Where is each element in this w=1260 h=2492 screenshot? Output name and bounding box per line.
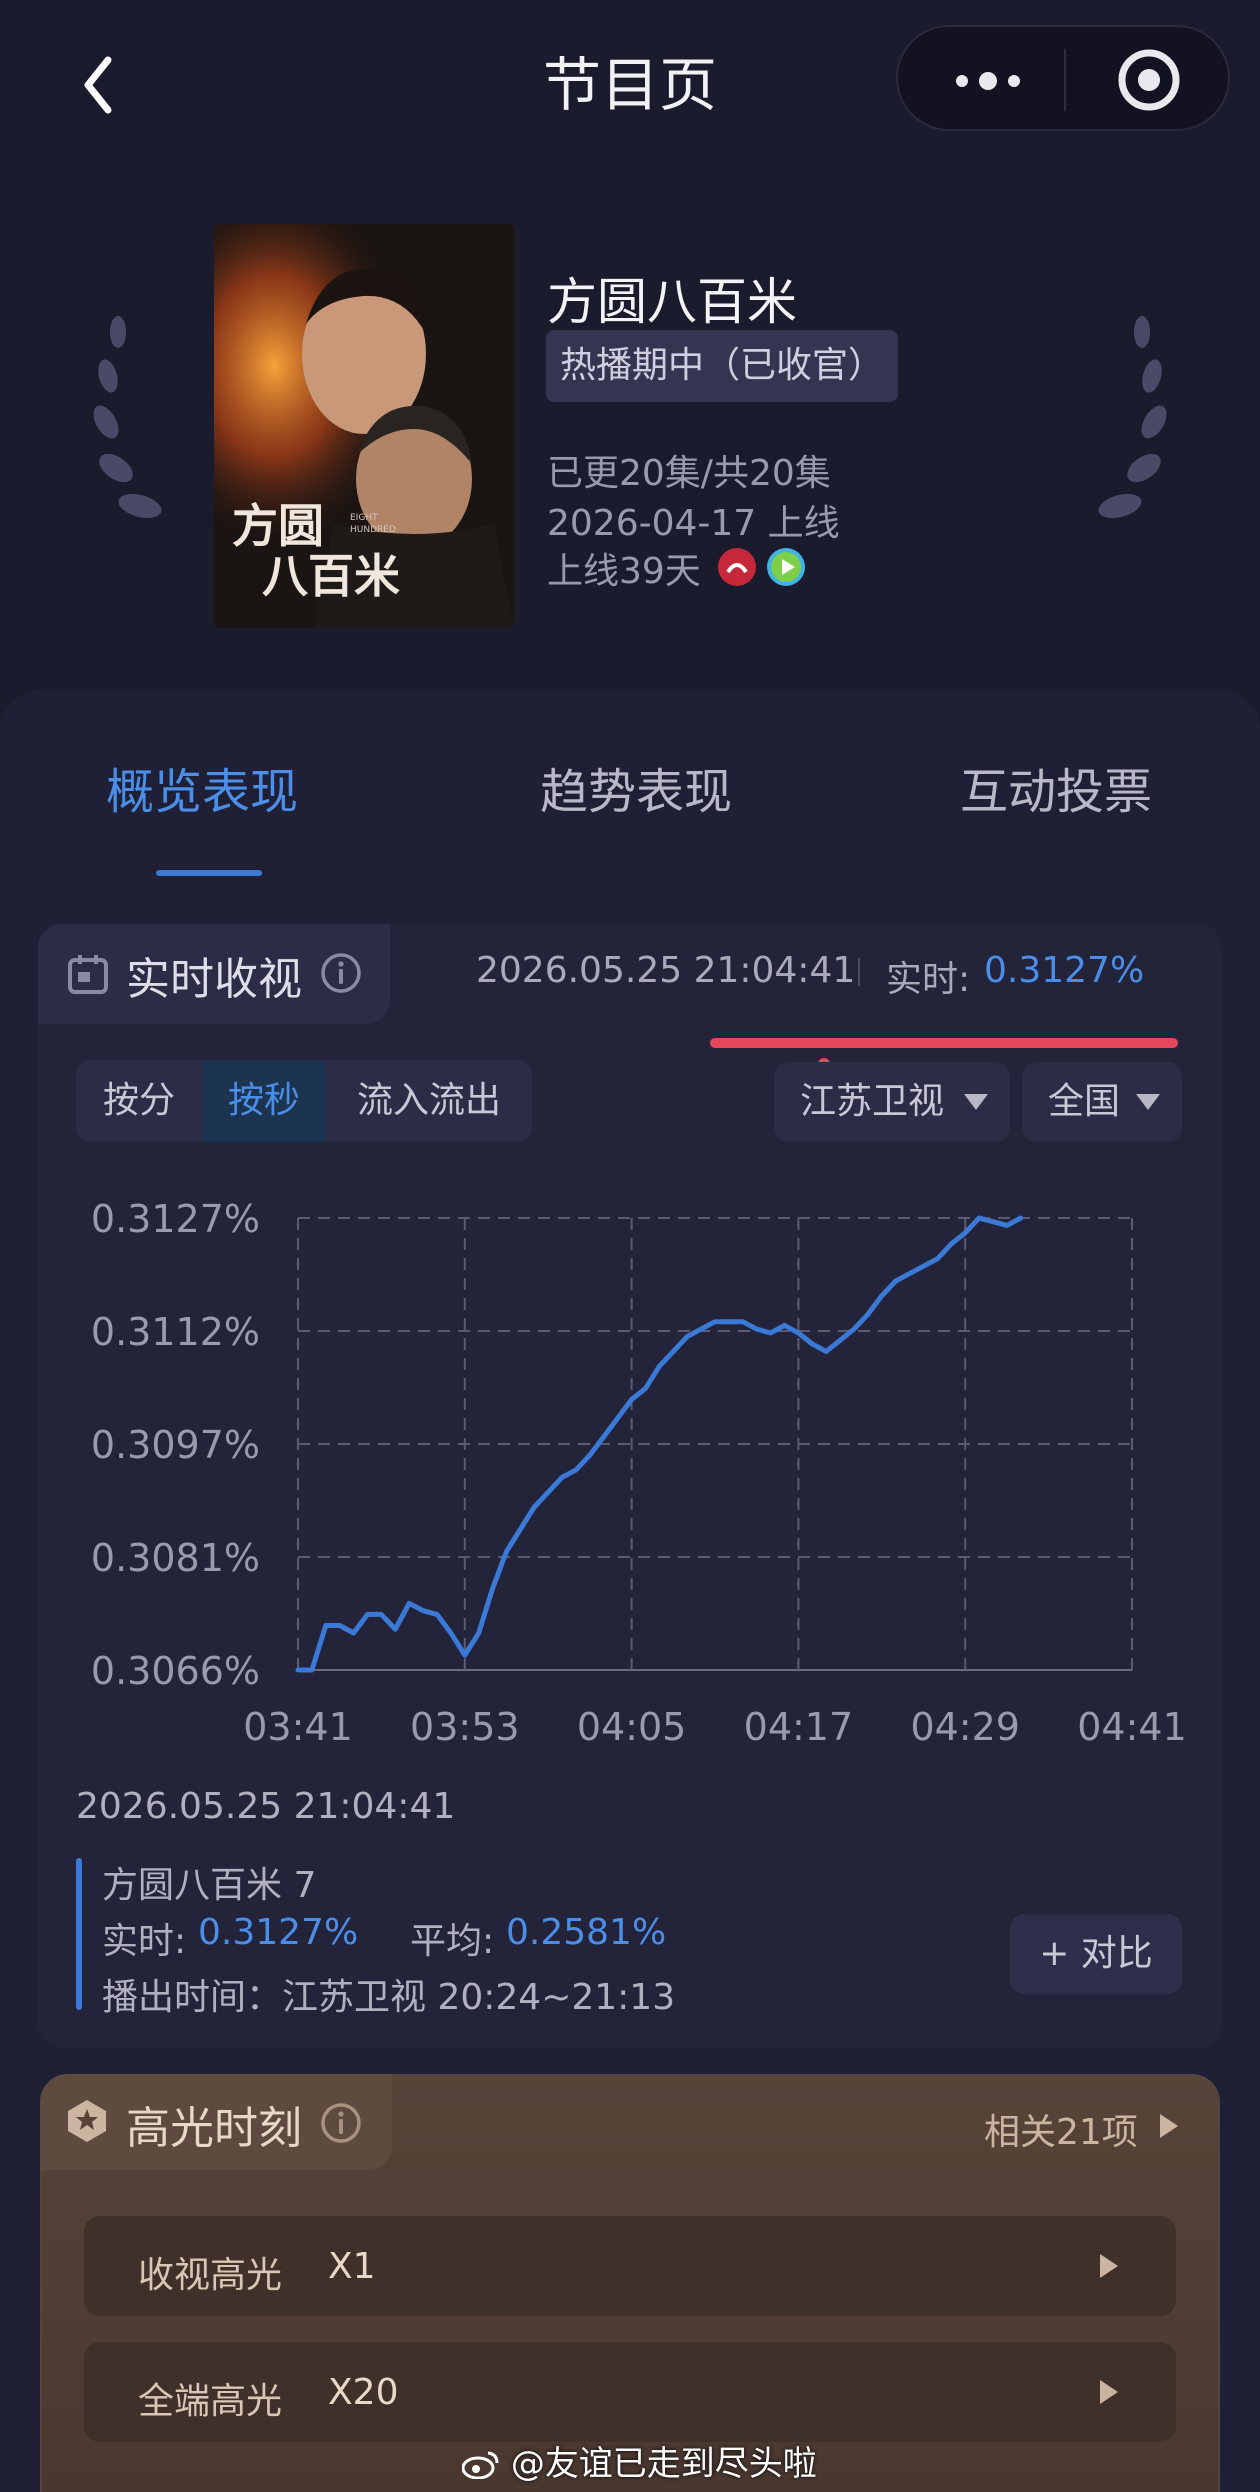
svg-text:EIGHT: EIGHT xyxy=(350,513,378,523)
update-timestamp: 2026.05.25 21:04:41 xyxy=(476,950,856,991)
region-value: 全国 xyxy=(1048,1081,1121,1122)
laurel-left-icon xyxy=(72,310,172,540)
x-tick-label: 04:05 xyxy=(577,1705,687,1749)
play-arrow-icon xyxy=(1100,2380,1118,2404)
legend-average-label: 平均: xyxy=(410,1921,495,1962)
play-arrow-icon xyxy=(1100,2254,1118,2278)
weibo-watermark: @友谊已走到尽头啦 xyxy=(461,2436,817,2485)
highlight-label: 收视高光 xyxy=(138,2255,283,2296)
granularity-segment: 按分 按秒 流入流出 xyxy=(76,1060,532,1142)
tab-indicator xyxy=(156,870,262,876)
show-poster[interactable]: 方圆 八百米 EIGHT HUNDRED xyxy=(214,224,514,628)
segment-by-second[interactable]: 按秒 xyxy=(202,1060,326,1142)
laurel-right-icon xyxy=(1088,310,1188,540)
svg-text:八百米: 八百米 xyxy=(262,549,400,603)
legend-episode: 方圆八百米 7 xyxy=(102,1865,317,1906)
platform-logo-red-icon[interactable] xyxy=(718,548,756,586)
region-dropdown[interactable]: 全国 xyxy=(1022,1062,1182,1142)
star-badge-icon xyxy=(64,2098,110,2144)
x-tick-label: 03:41 xyxy=(243,1705,353,1749)
tab-overview[interactable]: 概览表现 xyxy=(106,752,298,822)
dropdown-caret-icon xyxy=(964,1094,988,1110)
divider xyxy=(858,958,860,986)
capsule-divider xyxy=(1064,49,1066,111)
status-badge: 热播期中（已收官） xyxy=(546,330,899,402)
legend-realtime-value: 0.3127% xyxy=(198,1912,359,1953)
episode-count: 已更20集/共20集 xyxy=(547,453,831,494)
red-underline-mark xyxy=(710,1038,1178,1048)
calendar-tv-icon xyxy=(66,952,110,996)
highlights-related-link[interactable]: 相关21项 xyxy=(984,2103,1138,2155)
platform-logo-play-icon[interactable] xyxy=(767,548,805,586)
x-tick-label: 04:29 xyxy=(910,1705,1020,1749)
y-tick-label: 0.3097% xyxy=(91,1423,260,1467)
svg-text:HUNDRED: HUNDRED xyxy=(350,525,396,535)
compare-button[interactable]: + 对比 xyxy=(1010,1914,1182,1994)
dropdown-caret-icon xyxy=(1136,1094,1160,1110)
realtime-value: 0.3127% xyxy=(984,950,1145,991)
play-arrow-icon xyxy=(1160,2114,1178,2138)
days-online: 上线39天 xyxy=(547,551,701,592)
target-circle-icon[interactable] xyxy=(1116,47,1182,113)
tab-vote[interactable]: 互动投票 xyxy=(960,752,1152,822)
highlight-row-ratings[interactable]: 收视高光 X1 xyxy=(84,2216,1176,2316)
tab-trend[interactable]: 趋势表现 xyxy=(540,752,732,822)
legend-airtime: 播出时间：江苏卫视 20:24~21:13 xyxy=(102,1977,676,2018)
x-tick-label: 04:41 xyxy=(1077,1705,1187,1749)
highlights-title: 高光时刻 xyxy=(126,2103,302,2154)
legend-average-value: 0.2581% xyxy=(506,1912,667,1953)
x-tick-label: 03:53 xyxy=(410,1705,520,1749)
y-tick-label: 0.3127% xyxy=(91,1197,260,1241)
segment-inflow-outflow[interactable]: 流入流出 xyxy=(326,1060,532,1142)
more-dots-icon[interactable] xyxy=(948,61,1028,101)
legend-color-bar xyxy=(76,1858,82,2010)
highlight-row-all-platforms[interactable]: 全端高光 X20 xyxy=(84,2342,1176,2442)
y-tick-label: 0.3112% xyxy=(91,1310,260,1354)
x-tick-label: 04:17 xyxy=(744,1705,854,1749)
y-tick-label: 0.3081% xyxy=(91,1536,260,1580)
watermark-text: @友谊已走到尽头啦 xyxy=(510,2444,817,2484)
legend-timestamp: 2026.05.25 21:04:41 xyxy=(76,1786,456,1827)
highlight-value: X1 xyxy=(328,2246,376,2287)
channel-dropdown[interactable]: 江苏卫视 xyxy=(774,1062,1010,1142)
legend-realtime-label: 实时: xyxy=(102,1921,187,1962)
channel-value: 江苏卫视 xyxy=(800,1081,945,1122)
release-date: 2026-04-17 上线 xyxy=(547,503,840,544)
highlight-label: 全端高光 xyxy=(138,2381,283,2422)
y-tick-label: 0.3066% xyxy=(91,1649,260,1693)
weibo-logo-icon xyxy=(461,2451,499,2480)
realtime-label: 实时: xyxy=(886,959,971,1000)
info-icon[interactable] xyxy=(320,952,362,994)
info-icon[interactable] xyxy=(320,2102,362,2144)
show-title: 方圆八百米 xyxy=(547,273,797,331)
realtime-title: 实时收视 xyxy=(126,954,302,1005)
highlight-value: X20 xyxy=(328,2372,399,2413)
svg-text:方圆: 方圆 xyxy=(232,499,324,553)
segment-by-minute[interactable]: 按分 xyxy=(76,1060,202,1142)
mini-program-capsule xyxy=(896,25,1230,131)
ratings-line-chart[interactable]: 0.3127% 0.3112% 0.3097% 0.3081% 0.3066% 03:41… xyxy=(40,1170,1220,1770)
